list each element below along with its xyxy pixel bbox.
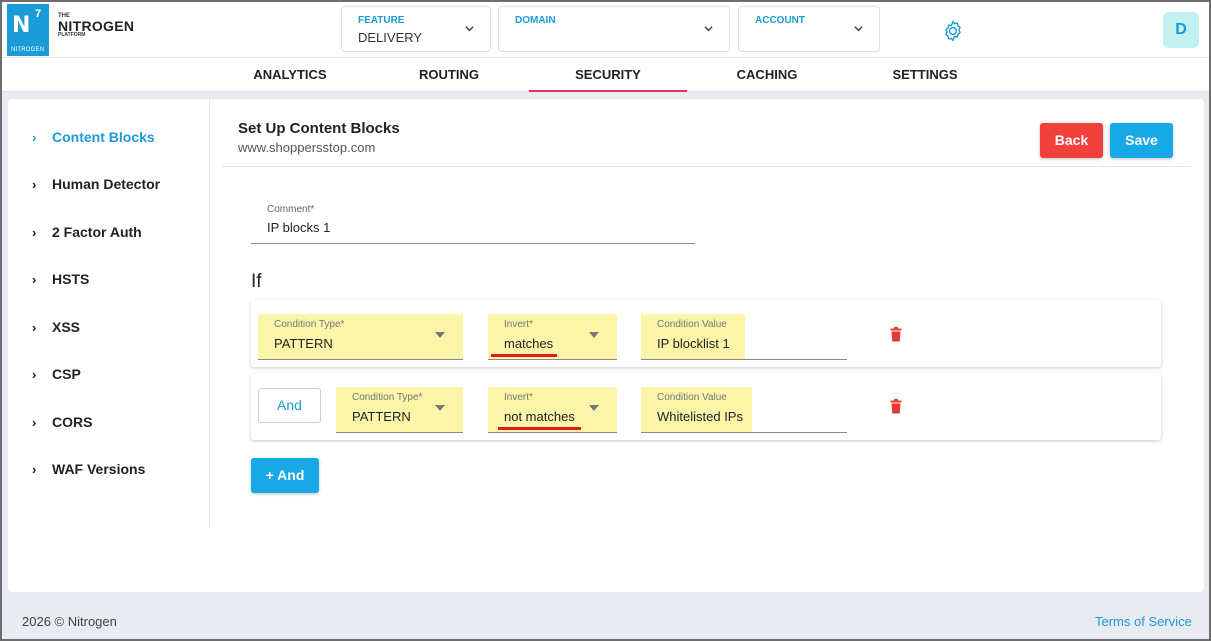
dropdown-arrow-icon: [435, 332, 445, 338]
condition-value-label: Condition Value: [657, 319, 727, 330]
feature-select[interactable]: FEATURE DELIVERY: [341, 6, 491, 52]
app-window: N 7 NITROGEN THE NITROGEN PLATFORM FEATU…: [0, 0, 1211, 641]
sidebar-item-waf-versions[interactable]: › WAF Versions: [32, 459, 145, 479]
trash-icon[interactable]: [890, 399, 902, 414]
condition-value-field[interactable]: Condition Value Whitelisted IPs: [641, 387, 847, 433]
chevron-right-icon: ›: [32, 414, 37, 430]
sidebar-item-content-blocks[interactable]: › Content Blocks: [32, 127, 155, 147]
invert-label: Invert*: [504, 392, 533, 403]
sidebar-item-label: HSTS: [52, 271, 90, 287]
chevron-right-icon: ›: [32, 366, 37, 382]
chevron-down-icon: [704, 26, 713, 32]
sidebar-item-label: CORS: [52, 414, 93, 430]
content-card: › Content Blocks › Human Detector › 2 Fa…: [8, 99, 1204, 592]
main-tabs: ANALYTICS ROUTING SECURITY CACHING SETTI…: [2, 58, 1209, 92]
condition-type-value: PATTERN: [352, 409, 411, 424]
nitrogen-logo[interactable]: N 7 NITROGEN: [7, 4, 49, 56]
tab-settings[interactable]: SETTINGS: [846, 58, 1004, 92]
sidebar-item-label: Content Blocks: [52, 129, 155, 145]
and-toggle-button[interactable]: And: [258, 388, 321, 423]
chevron-right-icon: ›: [32, 461, 37, 477]
logo-caption: NITROGEN: [11, 47, 45, 53]
dropdown-arrow-icon: [589, 405, 599, 411]
sidebar-item-csp[interactable]: › CSP: [32, 364, 81, 384]
chevron-right-icon: ›: [32, 319, 37, 335]
condition-value-value: IP blocklist 1: [657, 336, 730, 351]
feature-select-value: DELIVERY: [358, 30, 423, 45]
sidebar-item-2-factor-auth[interactable]: › 2 Factor Auth: [32, 222, 142, 242]
tab-caching[interactable]: CACHING: [688, 58, 846, 92]
condition-value-field[interactable]: Condition Value IP blocklist 1: [641, 314, 847, 360]
sidebar-item-label: XSS: [52, 319, 81, 335]
header-divider: [222, 166, 1190, 167]
if-heading: If: [251, 271, 262, 292]
comment-label: Comment*: [267, 204, 315, 215]
trash-icon[interactable]: [890, 327, 902, 342]
add-and-button[interactable]: + And: [251, 458, 319, 493]
gear-icon[interactable]: [941, 19, 965, 43]
condition-value-value: Whitelisted IPs: [657, 409, 743, 424]
tab-analytics[interactable]: ANALYTICS: [211, 58, 369, 92]
chevron-down-icon: [465, 26, 474, 32]
logo-letter: N: [12, 13, 31, 38]
page-title: Set Up Content Blocks: [238, 120, 400, 137]
chevron-right-icon: ›: [32, 224, 37, 240]
brand-name: NITROGEN: [58, 18, 135, 34]
comment-field[interactable]: Comment* IP blocks 1: [251, 199, 695, 244]
tab-security[interactable]: SECURITY: [529, 58, 687, 92]
sidebar-item-label: Human Detector: [52, 176, 161, 192]
sidebar-item-xss[interactable]: › XSS: [32, 317, 80, 337]
terms-of-service-link[interactable]: Terms of Service: [1095, 614, 1192, 629]
footer-copyright: 2026 © Nitrogen: [22, 614, 117, 629]
condition-row: Condition Type* PATTERN Invert* matches …: [251, 300, 1161, 367]
domain-select[interactable]: DOMAIN: [498, 6, 730, 52]
account-select-label: ACCOUNT: [755, 15, 805, 26]
tab-routing[interactable]: ROUTING: [370, 58, 528, 92]
sidebar-item-label: 2 Factor Auth: [52, 224, 142, 240]
brand-wordmark: THE NITROGEN PLATFORM: [58, 13, 134, 38]
annotation-underline: [491, 354, 557, 357]
invert-value: matches: [504, 336, 554, 351]
condition-type-select[interactable]: Condition Type* PATTERN: [258, 314, 463, 360]
domain-subtitle: www.shoppersstop.com: [238, 140, 376, 155]
sidebar-item-hsts[interactable]: › HSTS: [32, 269, 89, 289]
comment-value: IP blocks 1: [267, 220, 331, 235]
annotation-underline: [498, 427, 581, 430]
chevron-down-icon: [854, 26, 863, 32]
condition-type-select[interactable]: Condition Type* PATTERN: [336, 387, 463, 433]
account-select[interactable]: ACCOUNT: [738, 6, 880, 52]
condition-row: And Condition Type* PATTERN Invert* not …: [251, 373, 1161, 440]
invert-value: not matches: [504, 409, 575, 424]
sidebar-item-cors[interactable]: › CORS: [32, 412, 92, 432]
condition-type-label: Condition Type*: [352, 392, 423, 403]
chevron-right-icon: ›: [32, 271, 37, 287]
sidebar-item-label: WAF Versions: [52, 461, 146, 477]
condition-type-value: PATTERN: [274, 336, 333, 351]
domain-select-label: DOMAIN: [515, 15, 556, 26]
user-avatar[interactable]: D: [1163, 12, 1199, 48]
save-button[interactable]: Save: [1110, 123, 1173, 158]
condition-type-label: Condition Type*: [274, 319, 345, 330]
condition-value-label: Condition Value: [657, 392, 727, 403]
logo-superscript: 7: [35, 8, 42, 20]
chevron-right-icon: ›: [32, 129, 37, 145]
security-sidebar: › Content Blocks › Human Detector › 2 Fa…: [8, 99, 210, 529]
feature-select-label: FEATURE: [358, 15, 405, 26]
top-header: N 7 NITROGEN THE NITROGEN PLATFORM FEATU…: [2, 2, 1209, 58]
dropdown-arrow-icon: [589, 332, 599, 338]
sidebar-item-label: CSP: [52, 366, 81, 382]
chevron-right-icon: ›: [32, 176, 37, 192]
back-button[interactable]: Back: [1040, 123, 1103, 158]
invert-label: Invert*: [504, 319, 533, 330]
sidebar-item-human-detector[interactable]: › Human Detector: [32, 174, 160, 194]
dropdown-arrow-icon: [435, 405, 445, 411]
